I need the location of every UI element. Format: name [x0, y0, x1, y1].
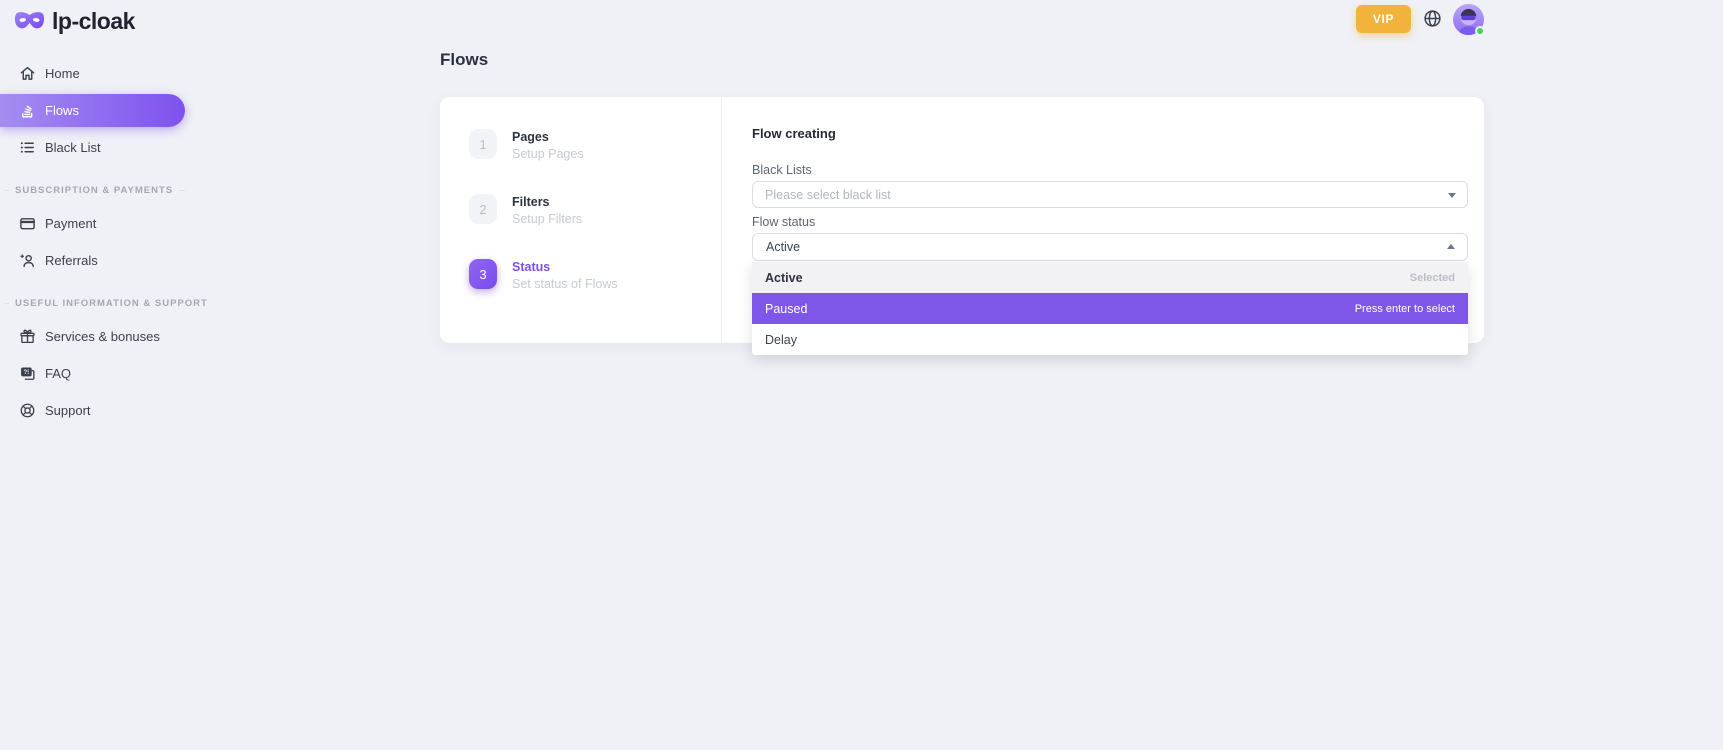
sidebar-item-payment[interactable]: Payment	[0, 207, 185, 240]
sidebar-item-support[interactable]: Support	[0, 394, 185, 427]
globe-icon[interactable]	[1422, 9, 1442, 29]
option-paused[interactable]: Paused Press enter to select	[752, 293, 1468, 324]
gift-icon	[19, 328, 36, 345]
sidebar-item-home[interactable]: Home	[0, 57, 185, 90]
brand[interactable]: lp-cloak	[0, 7, 185, 35]
sidebar-item-services[interactable]: Services & bonuses	[0, 320, 185, 353]
option-hint: Press enter to select	[1355, 303, 1455, 315]
topbar: VIP	[1356, 2, 1484, 36]
referrals-person-icon	[19, 252, 36, 269]
black-lists-select[interactable]	[752, 181, 1468, 208]
svg-text:?!: ?!	[24, 370, 30, 376]
sidebar-item-label: Support	[45, 403, 91, 418]
brand-name: lp-cloak	[52, 8, 135, 35]
option-label: Active	[765, 271, 803, 285]
sidebar-section-useful: USEFUL INFORMATION & SUPPORT	[0, 298, 185, 309]
faq-chat-icon: ?!	[19, 365, 36, 382]
sidebar-item-label: Home	[45, 66, 80, 81]
option-active[interactable]: Active Selected	[752, 262, 1468, 293]
online-status-dot	[1475, 26, 1485, 36]
step-pages[interactable]: 1 Pages Setup Pages	[469, 129, 721, 161]
sidebar-item-label: Payment	[45, 216, 96, 231]
black-list-icon	[19, 139, 36, 156]
step-title: Pages	[512, 129, 584, 144]
page-title: Flows	[440, 50, 1484, 70]
flows-stack-icon	[19, 102, 36, 119]
chevron-up-icon	[1447, 244, 1455, 249]
flow-status-value: Active	[766, 240, 800, 254]
user-avatar[interactable]	[1453, 4, 1484, 35]
step-filters[interactable]: 2 Filters Setup Filters	[469, 194, 721, 226]
step-number: 1	[469, 129, 497, 159]
sidebar-item-label: Referrals	[45, 253, 98, 268]
sidebar-item-label: Services & bonuses	[45, 329, 160, 344]
option-delay[interactable]: Delay	[752, 324, 1468, 355]
flow-stepper: 1 Pages Setup Pages 2 Filters Setup Filt…	[440, 97, 722, 343]
step-title: Filters	[512, 194, 582, 209]
sidebar-item-faq[interactable]: ?! FAQ	[0, 357, 185, 390]
option-hint: Selected	[1410, 272, 1455, 284]
sidebar-nav: Home Flows Black List	[0, 57, 185, 427]
main-content: Flows 1 Pages Setup Pages 2 Filters Setu…	[440, 50, 1484, 343]
form-title: Flow creating	[752, 126, 1468, 141]
lifebuoy-icon	[19, 402, 36, 419]
sidebar-item-label: Flows	[45, 103, 79, 118]
sidebar-item-label: Black List	[45, 140, 101, 155]
step-status[interactable]: 3 Status Set status of Flows	[469, 259, 721, 291]
sidebar-section-subscription: SUBSCRIPTION & PAYMENTS	[0, 185, 185, 196]
option-label: Paused	[765, 302, 807, 316]
sidebar: lp-cloak Home Flows	[0, 0, 185, 431]
flow-status-label: Flow status	[752, 216, 1468, 229]
chevron-down-icon	[1448, 193, 1456, 198]
sidebar-item-referrals[interactable]: Referrals	[0, 244, 185, 277]
home-icon	[19, 65, 36, 82]
black-lists-label: Black Lists	[752, 164, 1468, 177]
flow-creating-form: Flow creating Black Lists Flow status Ac…	[722, 97, 1484, 343]
step-subtitle: Setup Filters	[512, 212, 582, 226]
credit-card-icon	[19, 215, 36, 232]
sidebar-item-label: FAQ	[45, 366, 71, 381]
option-label: Delay	[765, 333, 797, 347]
flow-status-select[interactable]: Active	[752, 233, 1468, 261]
sidebar-item-flows[interactable]: Flows	[0, 94, 185, 127]
flow-status-dropdown: Active Selected Paused Press enter to se…	[752, 262, 1468, 355]
step-subtitle: Set status of Flows	[512, 277, 618, 291]
step-title: Status	[512, 259, 618, 274]
step-number: 2	[469, 194, 497, 224]
step-subtitle: Setup Pages	[512, 147, 584, 161]
vip-button[interactable]: VIP	[1356, 5, 1411, 33]
sidebar-item-black-list[interactable]: Black List	[0, 131, 185, 164]
step-number: 3	[469, 259, 497, 289]
flow-creating-card: 1 Pages Setup Pages 2 Filters Setup Filt…	[440, 97, 1484, 343]
mask-icon	[14, 10, 45, 32]
